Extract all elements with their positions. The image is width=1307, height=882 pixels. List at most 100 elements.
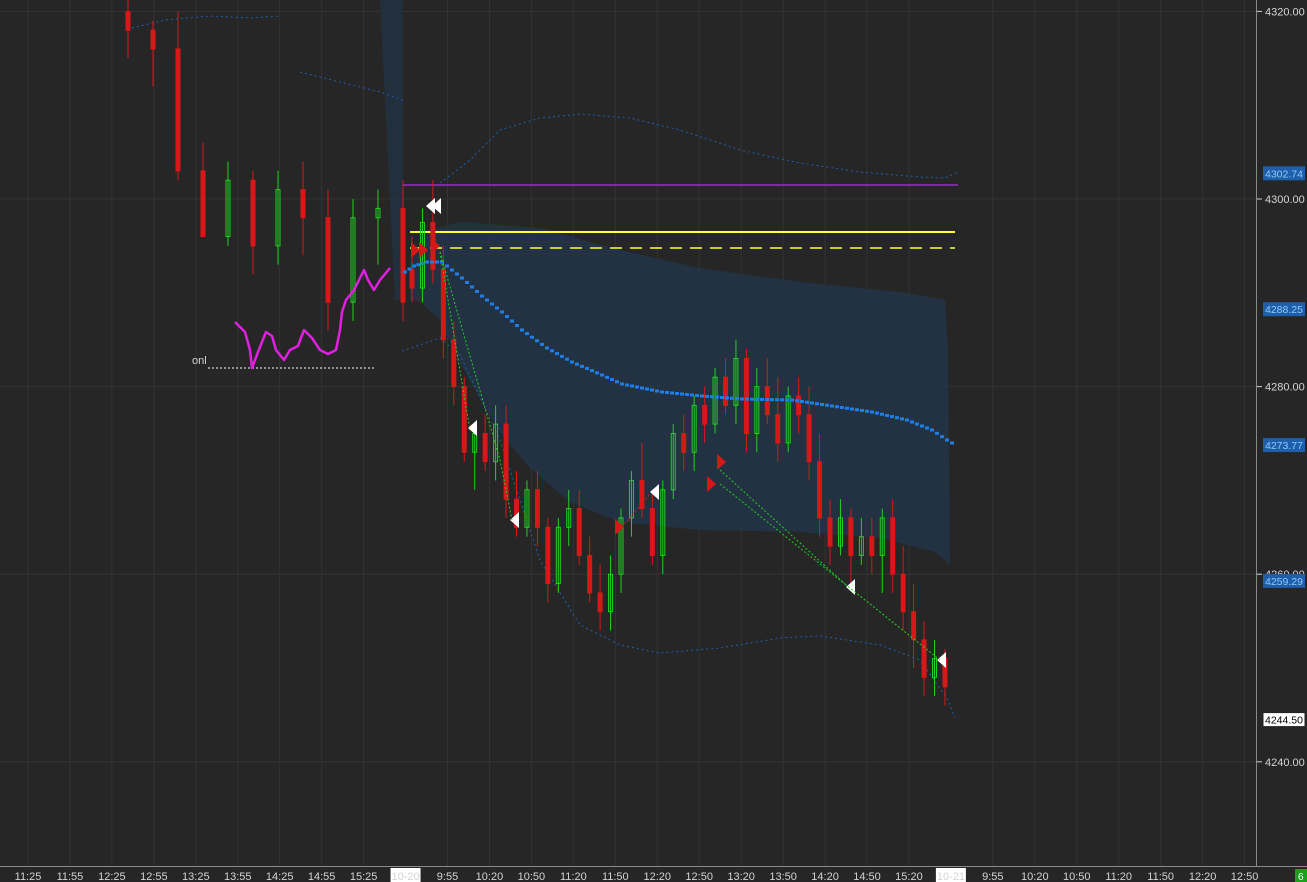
- vwap-segment: [460, 276, 464, 280]
- candle-bear: [806, 414, 812, 463]
- vwap-segment: [485, 298, 489, 302]
- trading-chart[interactable]: 4320.004300.004280.004260.004240.004302.…: [0, 0, 1307, 882]
- vwap-segment: [605, 375, 609, 379]
- vwap-segment: [430, 260, 434, 264]
- time-tick-label: 11:55: [57, 871, 84, 882]
- time-tick-label: 11:20: [560, 871, 587, 882]
- time-tick-label: 10:50: [1063, 871, 1091, 882]
- vwap-segment: [455, 272, 459, 276]
- vwap-segment: [905, 418, 909, 422]
- time-tick-label: 12:55: [140, 871, 168, 882]
- vwap-segment: [590, 369, 594, 373]
- vwap-segment: [780, 398, 784, 402]
- vwap-segment: [705, 394, 709, 398]
- time-tick-label: 13:50: [769, 871, 797, 882]
- candle-bear: [300, 189, 306, 219]
- candle-bear: [409, 268, 415, 289]
- price-marker-label: 4273.77: [1265, 440, 1303, 452]
- candle-bear: [900, 573, 906, 613]
- vwap-segment: [715, 395, 719, 399]
- vwap-segment: [860, 409, 864, 412]
- time-tick-label: 10:20: [1021, 871, 1049, 882]
- vwap-segment: [915, 422, 919, 426]
- candle-bear: [796, 395, 802, 416]
- vwap-segment: [920, 424, 924, 428]
- vwap-segment: [890, 415, 894, 419]
- vwap-segment: [790, 398, 794, 402]
- vwap-segment: [770, 398, 774, 402]
- price-tick-label: 4300.00: [1265, 194, 1305, 206]
- vwap-segment: [900, 417, 904, 421]
- vwap-segment: [500, 310, 504, 314]
- vwap-segment: [885, 413, 889, 417]
- price-tick-label: 4240.00: [1265, 757, 1305, 769]
- price-marker-label: 4244.50: [1265, 715, 1303, 727]
- candle-bear: [175, 48, 181, 172]
- time-axis[interactable]: 11:25 11:55 12:25 12:55 13:25 13:55 14:25 14:55…: [0, 867, 1295, 882]
- vwap-segment: [450, 268, 454, 272]
- candle-bear: [869, 536, 875, 556]
- candle-bear: [911, 611, 917, 641]
- vwap-segment: [525, 332, 529, 336]
- vwap-segment: [655, 389, 659, 393]
- price-axis[interactable]: 4320.004300.004280.004260.004240.004302.…: [1257, 0, 1307, 866]
- candle-bear: [681, 433, 687, 453]
- freehand-stroke: [234, 267, 391, 370]
- candle-bear: [325, 217, 331, 303]
- vwap-segment: [550, 349, 554, 353]
- vwap-segment: [420, 261, 425, 265]
- sell-signal-marker: [937, 652, 946, 668]
- vwap-segment: [635, 385, 639, 389]
- vwap-segment: [470, 285, 474, 289]
- price-tick-label: 4280.00: [1265, 382, 1305, 394]
- candle-bear: [921, 639, 927, 678]
- vwap-segment: [865, 409, 869, 413]
- candle-bear: [150, 29, 156, 50]
- time-tick-label: 11:50: [1147, 871, 1174, 882]
- time-tick-label: 12:20: [643, 871, 671, 882]
- time-tick-label: 14:55: [308, 871, 336, 882]
- price-axis-background: [1257, 0, 1307, 866]
- svg-text:6: 6: [1298, 872, 1304, 882]
- candle-bear: [890, 517, 896, 575]
- vwap-segment: [510, 319, 514, 323]
- vwap-segment: [680, 392, 684, 396]
- candle-bear: [827, 517, 833, 547]
- vwap-segment: [515, 324, 519, 327]
- candle-bear: [743, 357, 749, 434]
- vwap-segment: [560, 354, 564, 358]
- time-tick-label: 12:50: [685, 871, 713, 882]
- time-tick-label: 10-21: [937, 871, 965, 882]
- vwap-segment: [735, 397, 739, 401]
- time-tick-label: 10:20: [476, 871, 504, 882]
- candle-bear: [723, 376, 728, 406]
- time-tick-label: 11:25: [15, 871, 42, 882]
- vwap-segment: [615, 380, 619, 384]
- time-tick-label: 9:55: [982, 871, 1003, 882]
- vwap-segment: [755, 397, 759, 401]
- price-marker-label: 4302.74: [1265, 168, 1303, 180]
- time-tick-label: 10:50: [518, 871, 546, 882]
- vwap-segment: [610, 378, 614, 381]
- time-tick-label: 15:20: [895, 871, 923, 882]
- vwap-segment: [740, 397, 744, 401]
- vwap-segment: [810, 401, 814, 405]
- vwap-segment: [545, 346, 549, 350]
- time-tick-label: 12:25: [98, 871, 126, 882]
- candle-bear: [639, 479, 645, 510]
- vwap-segment: [835, 405, 839, 409]
- vwap-segment: [665, 391, 669, 394]
- freehand-drawing: [234, 267, 391, 370]
- vwap-segment: [675, 392, 679, 395]
- vwap-segment: [750, 397, 754, 401]
- vwap-segment: [935, 431, 939, 435]
- vwap-segment: [412, 264, 416, 268]
- candle-bear: [587, 554, 593, 594]
- time-tick-label: 13:20: [727, 871, 755, 882]
- sell-signal-marker: [426, 198, 435, 214]
- vwap-segment: [416, 263, 421, 267]
- vwap-segment: [725, 396, 729, 400]
- vwap-segment: [670, 391, 674, 395]
- vwap-segment: [710, 395, 714, 399]
- vwap-segment: [570, 360, 574, 364]
